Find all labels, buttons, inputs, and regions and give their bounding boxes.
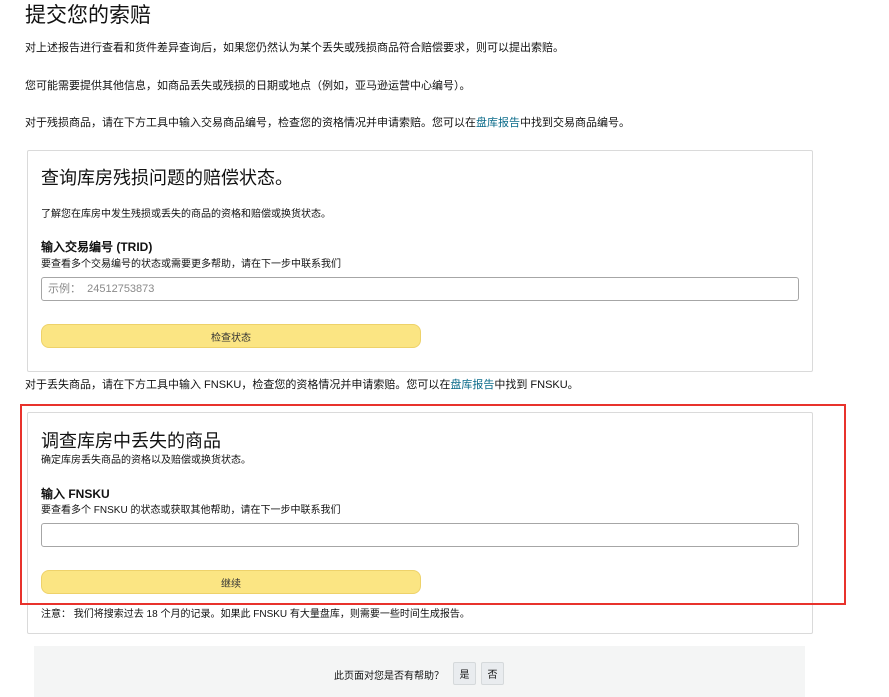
inventory-report-link-2[interactable]: 盘库报告 <box>450 379 494 391</box>
fnsku-field-label: 输入 FNSKU <box>41 487 110 501</box>
feedback-bar: 此页面对您是否有帮助？ 是 否 <box>34 646 805 697</box>
lost-instructions: 对于丢失商品，请在下方工具中输入 FNSKU，检查您的资格情况并申请索赔。您可以… <box>25 377 579 393</box>
fnsku-field-help: 要查看多个 FNSKU 的状态或获取其他帮助，请在下一步中联系我们 <box>41 505 341 516</box>
damage-card-description: 了解您在库房中发生残损或丢失的商品的资格和赔偿或换货状态。 <box>41 209 331 220</box>
lost-instructions-tail: 中找到 FNSKU。 <box>494 379 579 391</box>
continue-button[interactable]: 继续 <box>41 570 421 594</box>
feedback-no-button[interactable]: 否 <box>481 662 504 685</box>
lost-card-title: 调查库房中丢失的商品 <box>41 431 221 451</box>
feedback-question: 此页面对您是否有帮助？ <box>334 671 444 682</box>
damaged-instructions-tail: 中找到交易商品编号。 <box>520 117 630 129</box>
intro-paragraph-1: 对上述报告进行查看和货件差异查询后，如果您仍然认为某个丢失或残损商品符合赔偿要求… <box>25 42 564 54</box>
lost-items-card: 调查库房中丢失的商品 确定库房丢失商品的资格以及赔偿或换货状态。 输入 FNSK… <box>27 412 813 634</box>
trid-field-help: 要查看多个交易编号的状态或需要更多帮助，请在下一步中联系我们 <box>41 259 341 270</box>
check-status-button[interactable]: 检查状态 <box>41 324 421 348</box>
damaged-instructions-text: 对于残损商品，请在下方工具中输入交易商品编号，检查您的资格情况并申请索赔。您可以… <box>25 117 476 129</box>
trid-field-label: 输入交易编号 (TRID) <box>41 240 153 254</box>
intro-paragraph-2: 您可能需要提供其他信息，如商品丢失或残损的日期或地点（例如，亚马逊运营中心编号）… <box>25 80 471 92</box>
fnsku-input[interactable] <box>41 523 799 547</box>
lost-instructions-text: 对于丢失商品，请在下方工具中输入 FNSKU，检查您的资格情况并申请索赔。您可以… <box>25 379 451 391</box>
inventory-report-link[interactable]: 盘库报告 <box>476 117 520 129</box>
damage-status-card: 查询库房残损问题的赔偿状态。 了解您在库房中发生残损或丢失的商品的资格和赔偿或换… <box>27 150 813 372</box>
lost-card-description: 确定库房丢失商品的资格以及赔偿或换货状态。 <box>41 455 251 466</box>
page-title: 提交您的索赔 <box>25 4 151 27</box>
feedback-yes-button[interactable]: 是 <box>453 662 476 685</box>
damaged-instructions: 对于残损商品，请在下方工具中输入交易商品编号，检查您的资格情况并申请索赔。您可以… <box>25 115 630 131</box>
damage-card-title: 查询库房残损问题的赔偿状态。 <box>41 168 293 188</box>
search-note: 注意： 我们将搜索过去 18 个月的记录。如果此 FNSKU 有大量盘库，则需要… <box>41 609 470 620</box>
trid-input[interactable] <box>41 277 799 301</box>
